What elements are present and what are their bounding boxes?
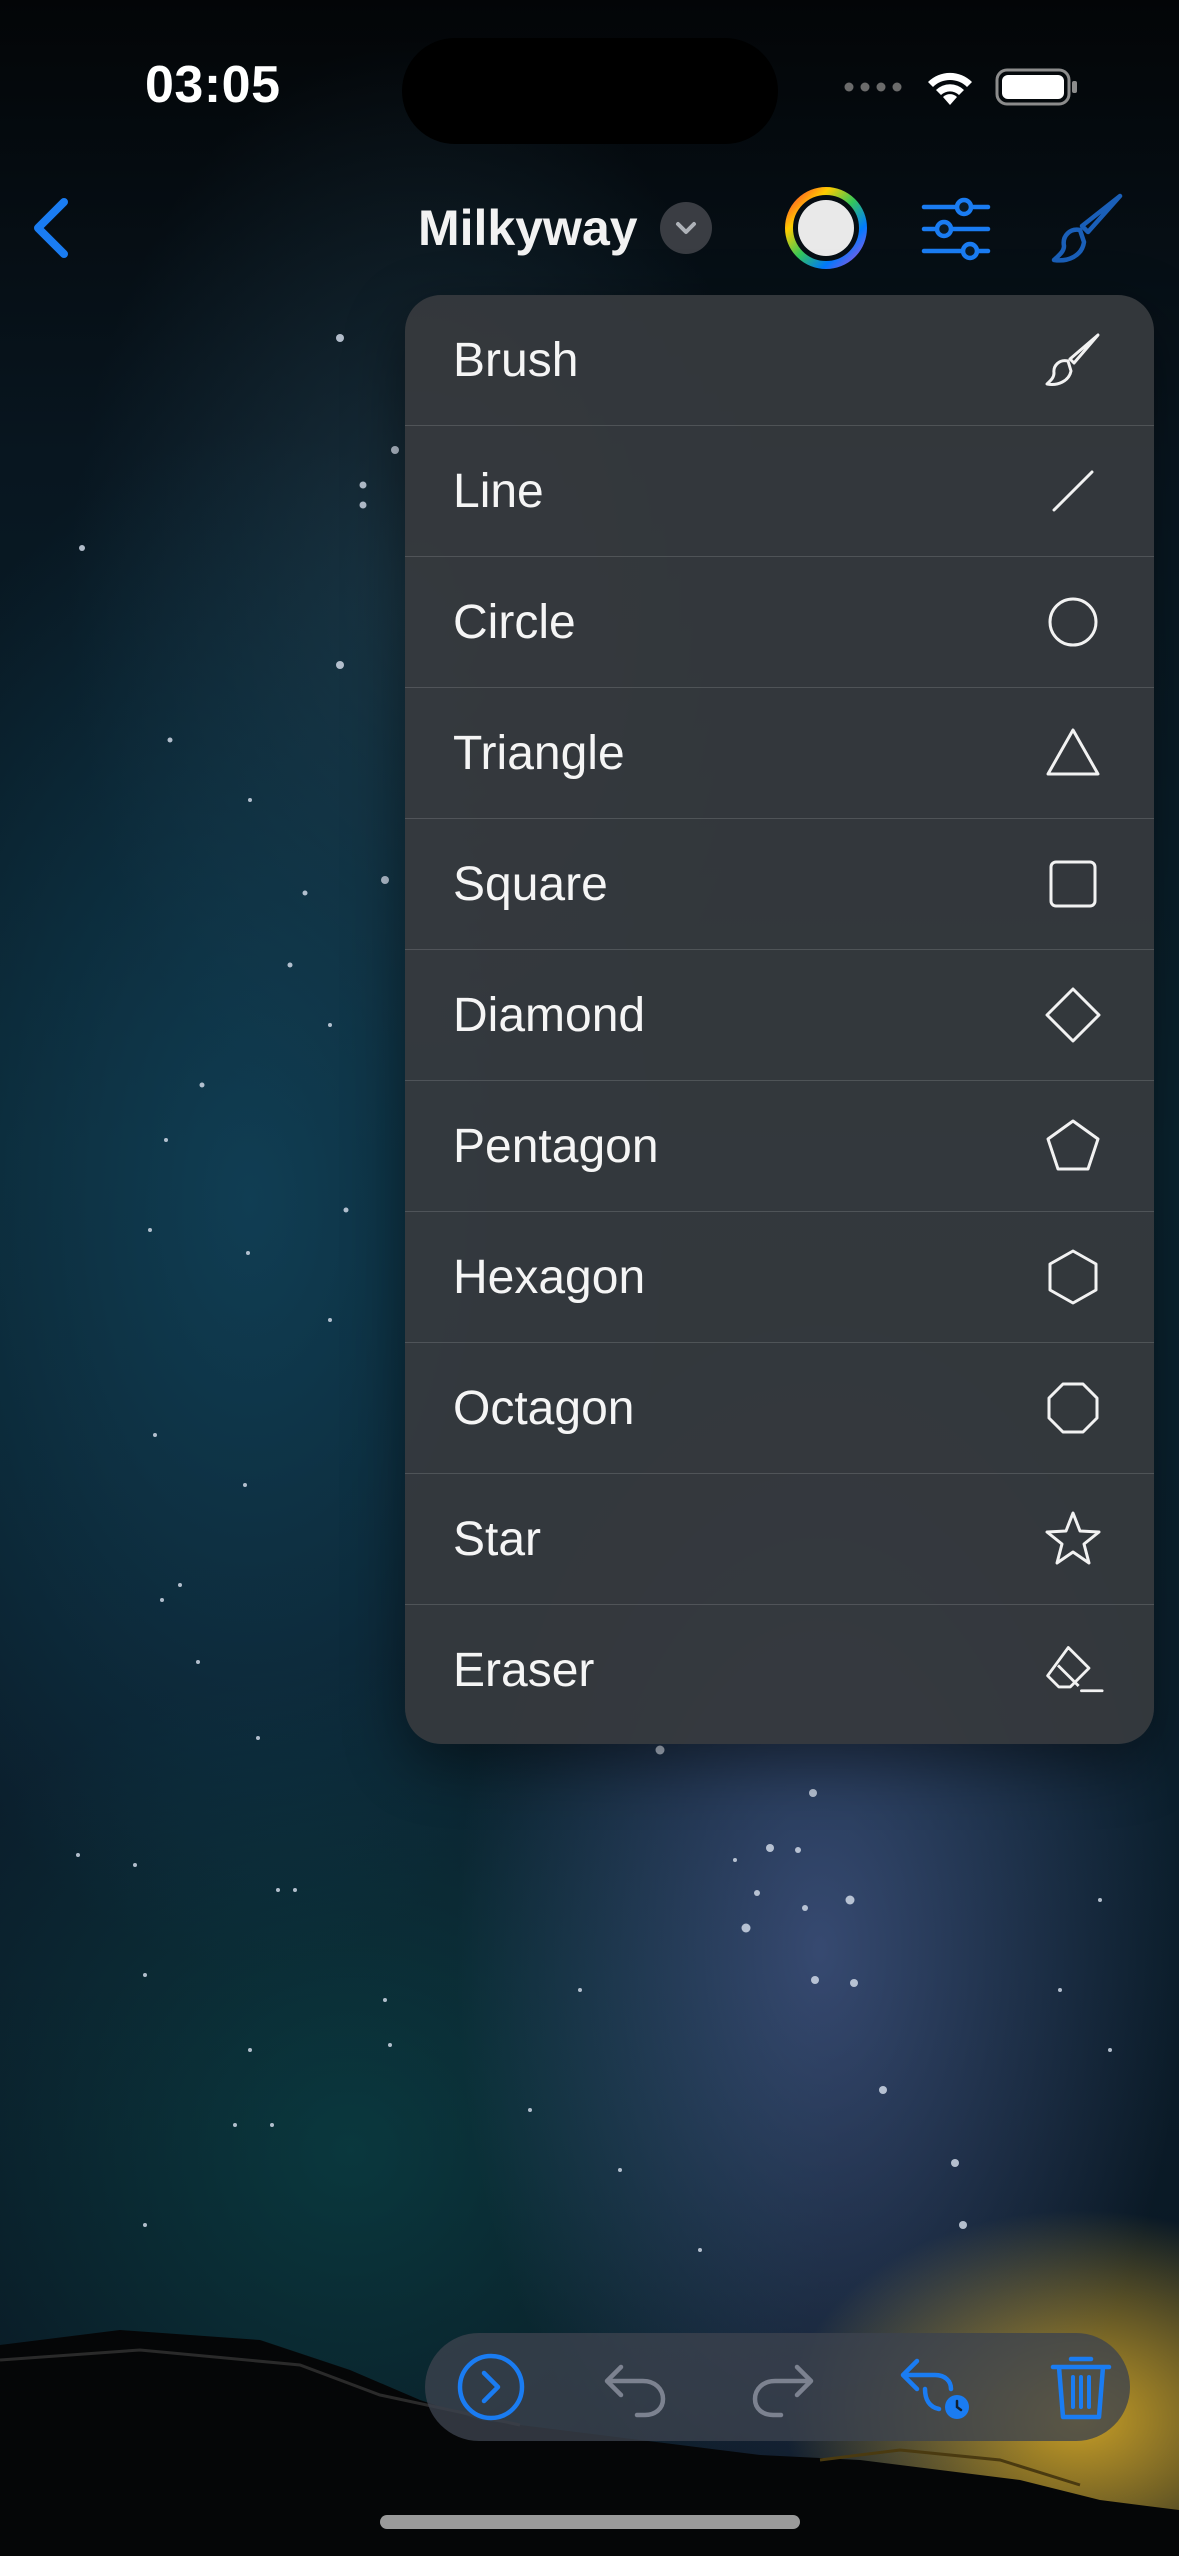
menu-item-label: Square (453, 857, 608, 911)
paintbrush-icon (1051, 193, 1123, 263)
menu-item-pentagon[interactable]: Pentagon (405, 1081, 1154, 1212)
circle-icon (1042, 591, 1104, 653)
eraser-icon (1042, 1640, 1104, 1702)
menu-item-diamond[interactable]: Diamond (405, 950, 1154, 1081)
undo-history-icon (900, 2358, 969, 2419)
status-time: 03:05 (145, 56, 281, 114)
menu-item-label: Star (453, 1512, 542, 1566)
brush-icon (1042, 329, 1104, 391)
undo-history-button[interactable] (895, 2349, 971, 2425)
menu-item-circle[interactable]: Circle (405, 557, 1154, 688)
menu-item-label: Brush (453, 333, 579, 387)
menu-item-brush[interactable]: Brush (405, 295, 1154, 426)
chevron-down-icon (675, 222, 696, 234)
tool-menu: Brush Line Circle Triangle Square Diamon… (405, 295, 1154, 1744)
undo-icon (604, 2364, 666, 2418)
menu-item-label: Circle (453, 595, 576, 649)
redo-icon (752, 2364, 814, 2418)
square-icon (1042, 853, 1104, 915)
menu-item-triangle[interactable]: Triangle (405, 688, 1154, 819)
canvas-screen: 03:05 Milkyway Brush Line Circle Triangl… (0, 0, 1179, 2556)
menu-item-eraser[interactable]: Eraser (405, 1605, 1154, 1736)
tool-menu-button[interactable] (1050, 190, 1126, 266)
battery-icon (995, 68, 1077, 106)
menu-item-star[interactable]: Star (405, 1474, 1154, 1605)
redo-button[interactable] (745, 2349, 821, 2425)
pentagon-icon (1042, 1115, 1104, 1177)
delete-button[interactable] (1043, 2349, 1119, 2425)
menu-item-label: Eraser (453, 1644, 595, 1697)
octagon-icon (1042, 1377, 1104, 1439)
diamond-icon (1042, 984, 1104, 1046)
undo-button[interactable] (597, 2349, 673, 2425)
menu-item-hexagon[interactable]: Hexagon (405, 1212, 1154, 1343)
status-indicators (843, 62, 1079, 112)
menu-item-label: Octagon (453, 1381, 635, 1435)
adjustments-button[interactable] (920, 194, 992, 264)
color-wheel-icon (785, 187, 867, 269)
star-icon (1042, 1508, 1104, 1570)
title-chevron-button[interactable] (659, 202, 712, 254)
color-picker-button[interactable] (784, 186, 868, 270)
back-button[interactable] (20, 190, 80, 266)
bottom-toolbar (425, 2333, 1130, 2441)
hexagon-icon (1042, 1246, 1104, 1308)
chevron-right-circle-icon (457, 2353, 525, 2421)
cellular-signal-icon (844, 82, 902, 92)
chevron-left-icon (34, 198, 68, 258)
dynamic-island (402, 38, 778, 144)
home-indicator[interactable] (380, 2515, 800, 2529)
wifi-icon (928, 72, 972, 105)
menu-item-octagon[interactable]: Octagon (405, 1343, 1154, 1474)
menu-item-label: Line (453, 464, 544, 518)
menu-item-label: Pentagon (453, 1119, 659, 1173)
menu-item-label: Diamond (453, 988, 646, 1042)
trash-icon (1050, 2356, 1112, 2420)
menu-item-label: Triangle (453, 726, 625, 780)
title-menu-button[interactable]: Milkyway (418, 190, 712, 266)
line-icon (1042, 460, 1104, 522)
menu-item-label: Hexagon (453, 1250, 646, 1304)
menu-item-square[interactable]: Square (405, 819, 1154, 950)
sliders-icon (921, 197, 991, 261)
triangle-icon (1042, 722, 1104, 784)
menu-item-line[interactable]: Line (405, 426, 1154, 557)
document-title: Milkyway (418, 200, 638, 256)
next-button[interactable] (453, 2349, 529, 2425)
